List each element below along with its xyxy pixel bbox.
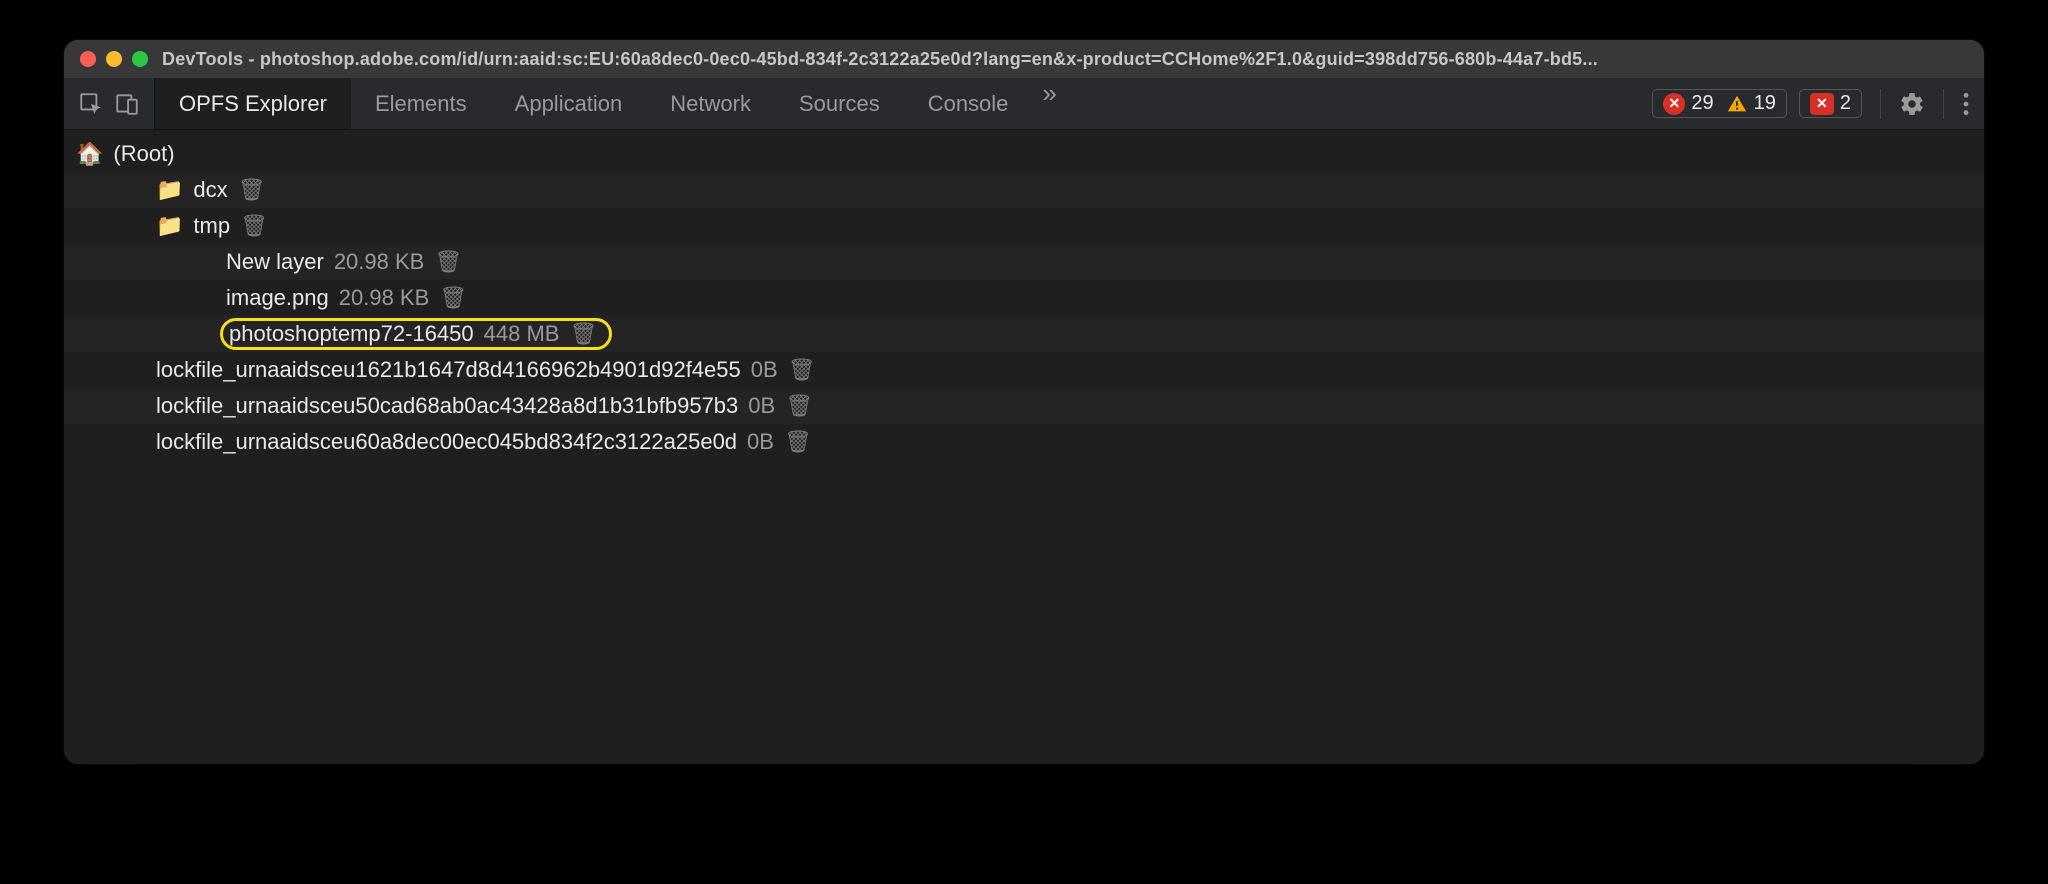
tree-root[interactable]: 🏠 (Root) xyxy=(64,136,1984,172)
delete-trash-icon[interactable]: 🗑 xyxy=(785,393,813,419)
delete-trash-icon[interactable]: 🗑 xyxy=(434,249,462,275)
inspect-element-icon[interactable] xyxy=(78,91,104,117)
tab-label: OPFS Explorer xyxy=(179,91,327,117)
delete-trash-icon[interactable]: 🗑 xyxy=(240,213,268,239)
titlebar: DevTools - photoshop.adobe.com/id/urn:aa… xyxy=(64,40,1984,78)
tabbar-right-controls: ✕ 29 19 ✕ 2 xyxy=(1638,78,1984,129)
divider xyxy=(1880,89,1881,119)
delete-trash-icon[interactable]: 🗑 xyxy=(788,357,816,383)
tree-row[interactable]: photoshoptemp72-16450 448 MB 🗑 xyxy=(64,316,1984,352)
home-icon: 🏠 xyxy=(76,141,103,167)
tab-network[interactable]: Network xyxy=(646,78,775,129)
tree-row[interactable]: image.png 20.98 KB 🗑 xyxy=(64,280,1984,316)
devtools-window: DevTools - photoshop.adobe.com/id/urn:aa… xyxy=(64,40,1984,764)
minimize-window-button[interactable] xyxy=(106,51,122,67)
file-name: lockfile_urnaaidsceu1621b1647d8d4166962b… xyxy=(156,357,741,383)
file-size: 0B xyxy=(748,393,775,419)
error-count: 29 xyxy=(1691,92,1713,115)
messages-badge[interactable]: ✕ 2 xyxy=(1799,89,1862,118)
highlight-ring: photoshoptemp72-16450 448 MB 🗑 xyxy=(220,318,612,350)
folder-icon: 📁 xyxy=(156,213,183,239)
file-name: photoshoptemp72-16450 xyxy=(229,321,474,347)
window-controls xyxy=(80,51,148,67)
error-icon: ✕ xyxy=(1663,93,1685,115)
tree-row[interactable]: lockfile_urnaaidsceu1621b1647d8d4166962b… xyxy=(64,352,1984,388)
tree-row[interactable]: 📁 dcx 🗑 xyxy=(64,172,1984,208)
delete-trash-icon[interactable]: 🗑 xyxy=(569,321,597,347)
tab-console[interactable]: Console xyxy=(904,78,1033,129)
message-error-count: 2 xyxy=(1840,92,1851,115)
file-name: New layer xyxy=(226,249,324,275)
divider xyxy=(1943,89,1944,119)
close-window-button[interactable] xyxy=(80,51,96,67)
tab-elements[interactable]: Elements xyxy=(351,78,491,129)
maximize-window-button[interactable] xyxy=(132,51,148,67)
tab-label: Application xyxy=(515,91,623,117)
tab-sources[interactable]: Sources xyxy=(775,78,904,129)
delete-trash-icon[interactable]: 🗑 xyxy=(784,429,812,455)
tree-row[interactable]: 📁 tmp 🗑 xyxy=(64,208,1984,244)
devtools-tabbar: OPFS Explorer Elements Application Network S… xyxy=(64,78,1984,130)
kebab-menu-icon[interactable] xyxy=(1962,91,1970,117)
file-name: dcx xyxy=(193,177,227,203)
tab-label: Sources xyxy=(799,91,880,117)
file-size: 0B xyxy=(747,429,774,455)
tab-label: Console xyxy=(928,91,1009,117)
delete-trash-icon[interactable]: 🗑 xyxy=(439,285,467,311)
warning-icon xyxy=(1726,93,1748,115)
settings-gear-icon[interactable] xyxy=(1899,91,1925,117)
tree-row[interactable]: lockfile_urnaaidsceu60a8dec00ec045bd834f… xyxy=(64,424,1984,460)
tabs-overflow-icon[interactable]: » xyxy=(1032,78,1066,129)
tree-row[interactable]: lockfile_urnaaidsceu50cad68ab0ac43428a8d… xyxy=(64,388,1984,424)
opfs-file-tree: 🏠(Root)📁dcx🗑📁tmp🗑New layer20.98 KB🗑image… xyxy=(64,130,1984,764)
file-name: tmp xyxy=(193,213,230,239)
devtools-tabs: OPFS Explorer Elements Application Network S… xyxy=(155,78,1032,129)
file-size: 448 MB xyxy=(484,321,560,347)
file-size: 20.98 KB xyxy=(339,285,430,311)
tab-label: Elements xyxy=(375,91,467,117)
tab-label: Network xyxy=(670,91,751,117)
tab-opfs-explorer[interactable]: OPFS Explorer xyxy=(155,78,351,129)
file-name: lockfile_urnaaidsceu50cad68ab0ac43428a8d… xyxy=(156,393,738,419)
tabbar-left-controls xyxy=(64,78,155,129)
file-name: lockfile_urnaaidsceu60a8dec00ec045bd834f… xyxy=(156,429,737,455)
window-title: DevTools - photoshop.adobe.com/id/urn:aa… xyxy=(162,49,1968,70)
tab-application[interactable]: Application xyxy=(491,78,647,129)
tree-row[interactable]: New layer 20.98 KB 🗑 xyxy=(64,244,1984,280)
file-size: 20.98 KB xyxy=(334,249,425,275)
folder-icon: 📁 xyxy=(156,177,183,203)
issue-counts-badge[interactable]: ✕ 29 19 xyxy=(1652,89,1787,118)
file-size: 0B xyxy=(751,357,778,383)
file-name: image.png xyxy=(226,285,329,311)
warning-count: 19 xyxy=(1754,92,1776,115)
device-toolbar-icon[interactable] xyxy=(114,91,140,117)
tree-root-label: (Root) xyxy=(113,141,174,167)
delete-trash-icon[interactable]: 🗑 xyxy=(238,177,266,203)
message-error-icon: ✕ xyxy=(1810,93,1834,115)
